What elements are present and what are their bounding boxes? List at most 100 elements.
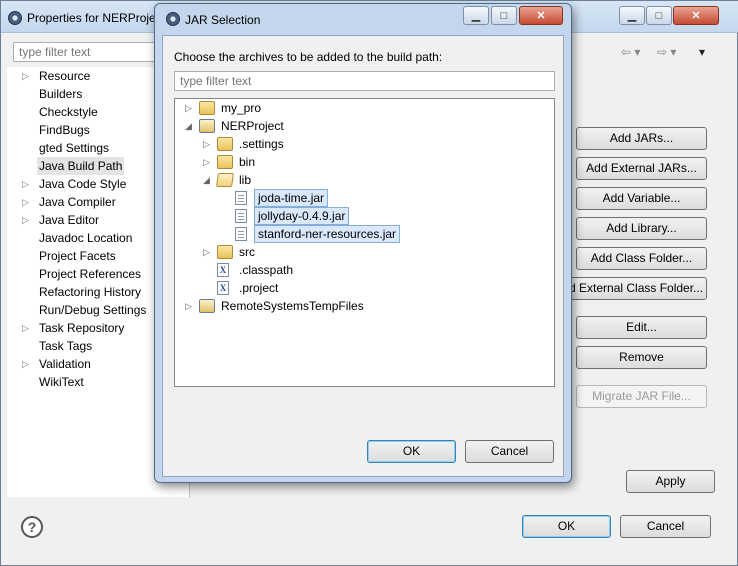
expand-arrow-icon[interactable]: ▷	[203, 153, 213, 171]
dialog-cancel-button[interactable]: Cancel	[465, 440, 554, 463]
expand-arrow-icon[interactable]: ▷	[22, 193, 29, 211]
help-icon[interactable]: ?	[21, 516, 43, 538]
tree-node[interactable]: stanford-ner-resources.jar	[175, 225, 554, 243]
dialog-ok-button[interactable]: OK	[367, 440, 456, 463]
add-library-button[interactable]: Add Library...	[576, 217, 707, 240]
expand-arrow-icon[interactable]: ▷	[185, 99, 195, 117]
jar-icon	[235, 209, 247, 223]
folder-icon	[217, 155, 233, 169]
nav-item-label: Validation	[39, 357, 91, 371]
expand-arrow-icon[interactable]: ▷	[22, 175, 29, 193]
tree-node[interactable]: ▷ RemoteSystemsTempFiles	[175, 297, 554, 315]
xml-file-icon: X	[217, 281, 229, 295]
tree-node[interactable]: joda-time.jar	[175, 189, 554, 207]
jar-icon	[235, 191, 247, 205]
properties-ok-button[interactable]: OK	[522, 515, 611, 538]
project-icon	[199, 119, 215, 133]
jar-dialog-title: JAR Selection	[185, 13, 261, 27]
forward-arrow-icon[interactable]: ⇨ ▾	[657, 45, 676, 59]
add-jars-button[interactable]: Add JARs...	[576, 127, 707, 150]
nav-item-label: gted Settings	[39, 141, 110, 155]
tree-node[interactable]: ▷ bin	[175, 153, 554, 171]
tree-node-label: joda-time.jar	[254, 189, 329, 207]
close-icon: ✕	[536, 10, 546, 22]
filter-input[interactable]	[13, 42, 161, 62]
maximize-icon: □	[500, 9, 508, 22]
nav-item-label: Java Compiler	[39, 195, 116, 209]
dialog-maximize-button[interactable]: □	[491, 6, 517, 25]
nav-item-label: WikiText	[39, 375, 84, 389]
build-path-buttons-panel: Add JARs... Add External JARs... Add Var…	[564, 99, 729, 461]
nav-item-label: Run/Debug Settings	[39, 303, 147, 317]
expand-arrow-icon[interactable]: ▷	[22, 355, 29, 373]
nav-item-label: Resource	[39, 69, 91, 83]
nav-item-label: Java Code Style	[39, 177, 127, 191]
tree-node[interactable]: X .classpath	[175, 261, 554, 279]
edit-button[interactable]: Edit...	[576, 316, 707, 339]
nav-item-label: Java Build Path	[37, 157, 125, 175]
tree-node-label: stanford-ner-resources.jar	[254, 225, 401, 243]
folder-icon	[217, 137, 233, 151]
nav-item-label: Builders	[39, 87, 83, 101]
tree-node-label: .classpath	[239, 263, 294, 277]
tree-node[interactable]: ◢ NERProject	[175, 117, 554, 135]
apply-button[interactable]: Apply	[626, 470, 715, 493]
collapse-arrow-icon[interactable]: ◢	[185, 117, 195, 135]
tree-node-label: jollyday-0.4.9.jar	[254, 207, 350, 225]
dialog-close-button[interactable]: ✕	[519, 6, 563, 25]
nav-item-label: Task Repository	[39, 321, 125, 335]
minimize-icon: ▁	[471, 10, 481, 22]
collapse-arrow-icon[interactable]: ◢	[203, 171, 213, 189]
expand-arrow-icon[interactable]: ▷	[22, 211, 29, 229]
tree-node[interactable]: X .project	[175, 279, 554, 297]
dialog-message: Choose the archives to be added to the b…	[174, 50, 443, 64]
expand-arrow-icon[interactable]: ▷	[185, 297, 195, 315]
xml-file-icon: X	[217, 263, 229, 277]
tree-node-label: src	[239, 245, 255, 259]
tree-node-label: bin	[239, 155, 256, 169]
tree-node[interactable]: jollyday-0.4.9.jar	[175, 207, 554, 225]
close-button[interactable]: ✕	[673, 6, 719, 25]
tree-node[interactable]: ▷ src	[175, 243, 554, 261]
nav-item-label: Checkstyle	[39, 105, 98, 119]
tree-node-label: .settings	[239, 137, 284, 151]
add-external-jars-button[interactable]: Add External JARs...	[576, 157, 707, 180]
expand-arrow-icon[interactable]: ▷	[22, 67, 29, 85]
add-class-folder-button[interactable]: Add Class Folder...	[576, 247, 707, 270]
expand-arrow-icon[interactable]: ▷	[22, 319, 29, 337]
jar-dialog-titlebar[interactable]: JAR Selection ▁ □ ✕	[155, 4, 571, 34]
jar-tree: ▷ my_pro ◢ NERProject ▷ .settings ▷ bin ◢ lib joda…	[174, 98, 555, 387]
close-icon: ✕	[691, 10, 701, 22]
nav-item-label: Refactoring History	[39, 285, 142, 299]
project-icon	[199, 299, 215, 313]
nav-item-label: Project Facets	[39, 249, 116, 263]
nav-item-label: FindBugs	[39, 123, 90, 137]
remove-button[interactable]: Remove	[576, 346, 707, 369]
expand-arrow-icon[interactable]: ▷	[203, 135, 213, 153]
add-variable-button[interactable]: Add Variable...	[576, 187, 707, 210]
add-external-class-folder-button[interactable]: d External Class Folder...	[564, 277, 707, 300]
jar-dialog-body: Choose the archives to be added to the b…	[162, 35, 564, 477]
tree-node-label: my_pro	[221, 101, 262, 115]
folder-icon	[199, 101, 215, 115]
jar-filter-input[interactable]	[174, 71, 555, 91]
back-arrow-icon[interactable]: ⇦ ▾	[621, 45, 640, 59]
maximize-icon: □	[655, 9, 663, 22]
tree-node[interactable]: ▷ my_pro	[175, 99, 554, 117]
minimize-icon: ▁	[627, 10, 637, 22]
minimize-button[interactable]: ▁	[619, 6, 645, 25]
properties-title: Properties for NERProject	[27, 11, 157, 25]
tree-node[interactable]: ▷ .settings	[175, 135, 554, 153]
maximize-button[interactable]: □	[646, 6, 672, 25]
tree-node[interactable]: ◢ lib	[175, 171, 554, 189]
properties-cancel-button[interactable]: Cancel	[620, 515, 711, 538]
nav-item-label: Task Tags	[39, 339, 93, 353]
folder-open-icon	[216, 173, 234, 187]
nav-item-label: Project References	[39, 267, 142, 281]
eclipse-gear-icon	[166, 12, 180, 26]
migrate-jar-button[interactable]: Migrate JAR File...	[576, 385, 707, 408]
folder-icon	[217, 245, 233, 259]
view-menu-icon[interactable]: ▾	[699, 45, 705, 59]
expand-arrow-icon[interactable]: ▷	[203, 243, 213, 261]
dialog-minimize-button[interactable]: ▁	[463, 6, 489, 25]
